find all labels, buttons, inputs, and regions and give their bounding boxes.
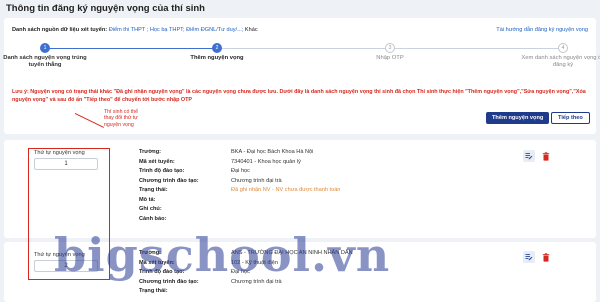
status-value: Đã ghi nhận NV - NV chưa được thanh toán bbox=[231, 187, 341, 193]
step-2-dot: 2 bbox=[212, 43, 222, 53]
guide-link[interactable]: Tài hướng dẫn đăng ký nguyện vọng bbox=[496, 27, 588, 33]
step-3-dot: 3 bbox=[385, 43, 395, 53]
step-1-label: Danh sách nguyện vọng trúng tuyển thẳng bbox=[3, 55, 87, 69]
trash-icon[interactable] bbox=[540, 251, 552, 263]
step-4-dot: 4 bbox=[558, 43, 568, 53]
step-1-dot: 1 bbox=[40, 43, 50, 53]
page-title: Thông tin đăng ký nguyện vọng của thí si… bbox=[6, 3, 205, 14]
school-value: BKA - Đại học Bách Khoa Hà Nội bbox=[231, 149, 314, 155]
data-sources-value: Điểm thi THPT ; Học bạ THPT; Điểm ĐGNL/T… bbox=[108, 27, 244, 33]
notes-label: Ghi chú: bbox=[139, 206, 162, 212]
school-value: ANS - TRƯỜNG ĐẠI HỌC AN NINH NHÂN DÂN bbox=[231, 250, 353, 256]
major-code-label: Mã xét tuyển: bbox=[139, 259, 175, 266]
description-label: Mô tả: bbox=[139, 196, 156, 203]
level-label: Trình độ đào tạo: bbox=[139, 168, 185, 174]
major-code-value: 102 - Kỹ thuật điện bbox=[231, 259, 278, 266]
major-code-label: Mã xét tuyển: bbox=[139, 158, 175, 165]
data-sources-line: Danh sách nguồn dữ liệu xét tuyển: Điểm … bbox=[12, 27, 258, 33]
step-3-label: Nhập OTP bbox=[376, 55, 404, 61]
step-3: 3 Nhập OTP bbox=[345, 43, 435, 62]
warning-label: Cảnh báo: bbox=[139, 215, 167, 222]
next-button[interactable]: Tiếp theo bbox=[551, 112, 590, 124]
note-text: Lưu ý: Nguyện vọng có trạng thái khác "Đ… bbox=[12, 89, 586, 103]
step-4-label: Xem danh sách nguyện vọng đã đăng ký bbox=[521, 55, 600, 69]
status-label: Trạng thái: bbox=[139, 288, 168, 294]
program-label: Chương trình đào tạo: bbox=[139, 177, 199, 184]
program-label: Chương trình đào tạo: bbox=[139, 278, 199, 285]
school-label: Trường: bbox=[139, 250, 162, 256]
trash-icon[interactable] bbox=[540, 150, 552, 162]
major-code-value: 7340401 - Khoa học quản lý bbox=[231, 158, 301, 165]
annotation-highlight-box bbox=[28, 148, 110, 280]
edit-list-icon[interactable] bbox=[523, 251, 535, 263]
step-1: 1 Danh sách nguyện vọng trúng tuyển thẳn… bbox=[0, 43, 90, 69]
annotation-text: Thí sinh có thể thay đổi thứ tự nguyện v… bbox=[104, 109, 139, 128]
step-4: 4 Xem danh sách nguyện vọng đã đăng ký bbox=[518, 43, 600, 69]
level-value: Đại học bbox=[231, 168, 250, 174]
level-label: Trình độ đào tạo: bbox=[139, 269, 185, 275]
status-label: Trạng thái: bbox=[139, 187, 168, 193]
wish-details: Trường: BKA - Đại học Bách Khoa Hà Nội Mã… bbox=[139, 148, 340, 224]
program-value: Chương trình đại trà bbox=[231, 278, 282, 285]
data-sources-label: Danh sách nguồn dữ liệu xét tuyển: bbox=[12, 27, 108, 33]
program-value: Chương trình đại trà bbox=[231, 177, 282, 184]
edit-list-icon[interactable] bbox=[523, 150, 535, 162]
step-2-label: Thêm nguyện vọng bbox=[190, 55, 244, 61]
data-sources-tail: Khác bbox=[244, 27, 258, 33]
level-value: Đại học bbox=[231, 269, 250, 275]
add-wish-button[interactable]: Thêm nguyện vọng bbox=[486, 112, 550, 124]
step-2: 2 Thêm nguyện vọng bbox=[172, 43, 262, 62]
school-label: Trường: bbox=[139, 149, 162, 155]
wish-details: Trường: ANS - TRƯỜNG ĐẠI HỌC AN NINH NHÂN… bbox=[139, 249, 353, 297]
